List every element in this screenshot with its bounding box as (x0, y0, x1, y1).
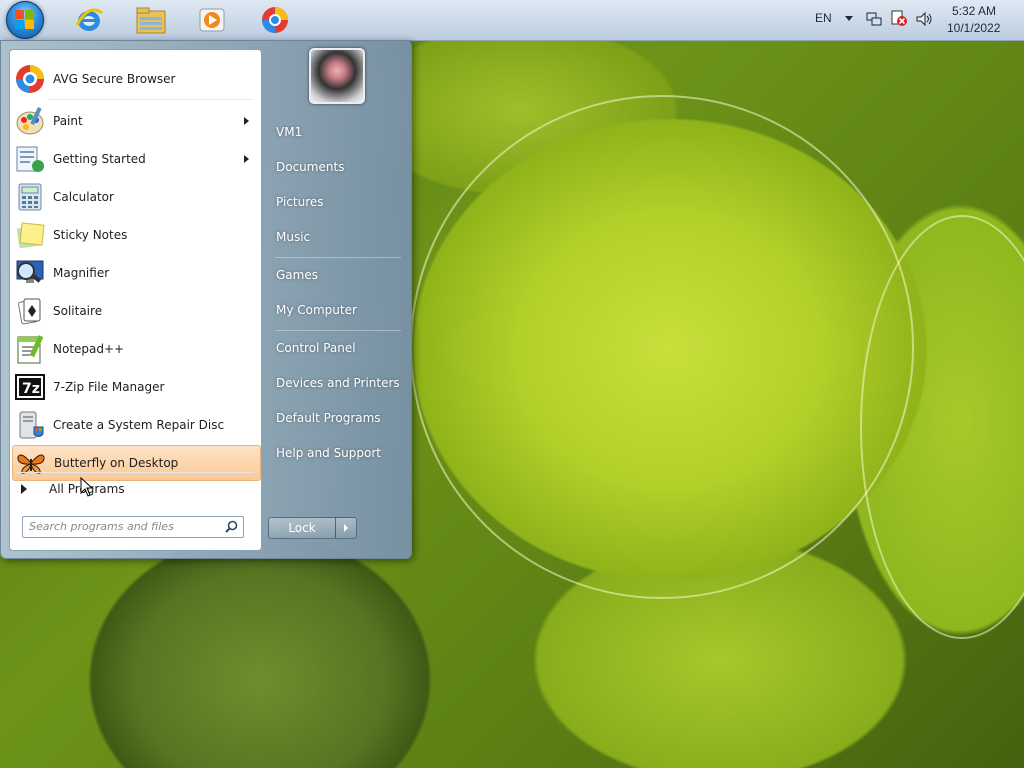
network-icon[interactable] (866, 11, 882, 30)
clock-date[interactable]: 10/1/2022 (947, 21, 1000, 35)
program-label: Butterfly on Desktop (54, 456, 179, 470)
place-my-computer[interactable]: My Computer (269, 295, 410, 325)
repair-disc-icon (14, 409, 46, 441)
place-music[interactable]: Music (269, 222, 410, 252)
butterfly-icon (15, 447, 47, 479)
submenu-arrow-icon[interactable] (244, 155, 249, 163)
separator (48, 99, 253, 100)
search-box[interactable] (22, 516, 244, 538)
avg-browser-taskbar-icon[interactable] (258, 3, 292, 37)
search-icon[interactable] (225, 520, 238, 533)
calculator-icon (14, 181, 46, 213)
program-getting-started[interactable]: Getting Started (12, 142, 259, 176)
place-help-and-support[interactable]: Help and Support (269, 438, 410, 468)
program-label: Sticky Notes (53, 228, 128, 242)
magnifier-icon (14, 257, 46, 289)
place-user-folder[interactable]: VM1 (269, 117, 410, 147)
submenu-arrow-icon[interactable] (244, 117, 249, 125)
avg-browser-icon (14, 63, 46, 95)
taskbar: EN 5:32 AM 10/1/2022 (0, 0, 1024, 41)
windows-logo-icon (15, 10, 35, 30)
7zip-icon: 7z (14, 371, 46, 403)
chevron-down-icon[interactable] (845, 16, 853, 21)
program-label: Paint (53, 114, 83, 128)
internet-explorer-icon[interactable] (72, 3, 106, 37)
program-magnifier[interactable]: Magnifier (12, 256, 259, 290)
place-default-programs[interactable]: Default Programs (269, 403, 410, 433)
wallpaper-leaf-edge (410, 95, 914, 599)
program-system-repair-disc[interactable]: Create a System Repair Disc (12, 408, 259, 442)
separator (16, 472, 254, 473)
language-indicator[interactable]: EN (815, 11, 832, 25)
program-label: Getting Started (53, 152, 146, 166)
action-center-icon[interactable] (891, 10, 908, 30)
place-games[interactable]: Games (269, 260, 410, 290)
program-7zip[interactable]: 7z 7-Zip File Manager (12, 370, 259, 404)
program-sticky-notes[interactable]: Sticky Notes (12, 218, 259, 252)
start-button[interactable] (6, 1, 44, 39)
separator (275, 257, 401, 258)
notepadpp-icon (14, 333, 46, 365)
programs-pane: AVG Secure Browser Paint Getting Started… (9, 49, 262, 551)
all-programs-button[interactable]: All Programs (12, 478, 259, 500)
chevron-right-icon (344, 524, 348, 532)
expand-arrow-icon (21, 484, 27, 494)
start-menu: AVG Secure Browser Paint Getting Started… (0, 40, 412, 559)
clock-time[interactable]: 5:32 AM (952, 4, 996, 18)
program-label: Notepad++ (53, 342, 125, 356)
file-explorer-icon[interactable] (134, 3, 168, 37)
mouse-cursor-icon (80, 477, 94, 497)
sticky-notes-icon (14, 219, 46, 251)
program-butterfly-on-desktop[interactable]: Butterfly on Desktop (12, 445, 261, 481)
program-label: Create a System Repair Disc (53, 418, 225, 432)
program-paint[interactable]: Paint (12, 104, 259, 138)
svg-text:7z: 7z (22, 381, 40, 397)
program-label: Solitaire (53, 304, 103, 318)
separator (275, 330, 401, 331)
volume-icon[interactable] (915, 10, 933, 31)
getting-started-icon (14, 143, 46, 175)
paint-icon (14, 105, 46, 137)
place-pictures[interactable]: Pictures (269, 187, 410, 217)
program-calculator[interactable]: Calculator (12, 180, 259, 214)
program-solitaire[interactable]: Solitaire (12, 294, 259, 328)
program-label: Magnifier (53, 266, 110, 280)
shutdown-options-button[interactable] (335, 517, 357, 539)
program-avg-secure-browser[interactable]: AVG Secure Browser (12, 62, 259, 96)
media-player-icon[interactable] (195, 3, 229, 37)
program-label: Calculator (53, 190, 114, 204)
lock-button[interactable]: Lock (268, 517, 336, 539)
place-control-panel[interactable]: Control Panel (269, 333, 410, 363)
program-notepadpp[interactable]: Notepad++ (12, 332, 259, 366)
program-label: 7-Zip File Manager (53, 380, 165, 394)
place-devices-and-printers[interactable]: Devices and Printers (269, 368, 410, 398)
program-label: AVG Secure Browser (53, 72, 176, 86)
user-avatar[interactable] (309, 48, 365, 104)
place-documents[interactable]: Documents (269, 152, 410, 182)
solitaire-icon (14, 295, 46, 327)
search-input[interactable] (29, 517, 219, 535)
